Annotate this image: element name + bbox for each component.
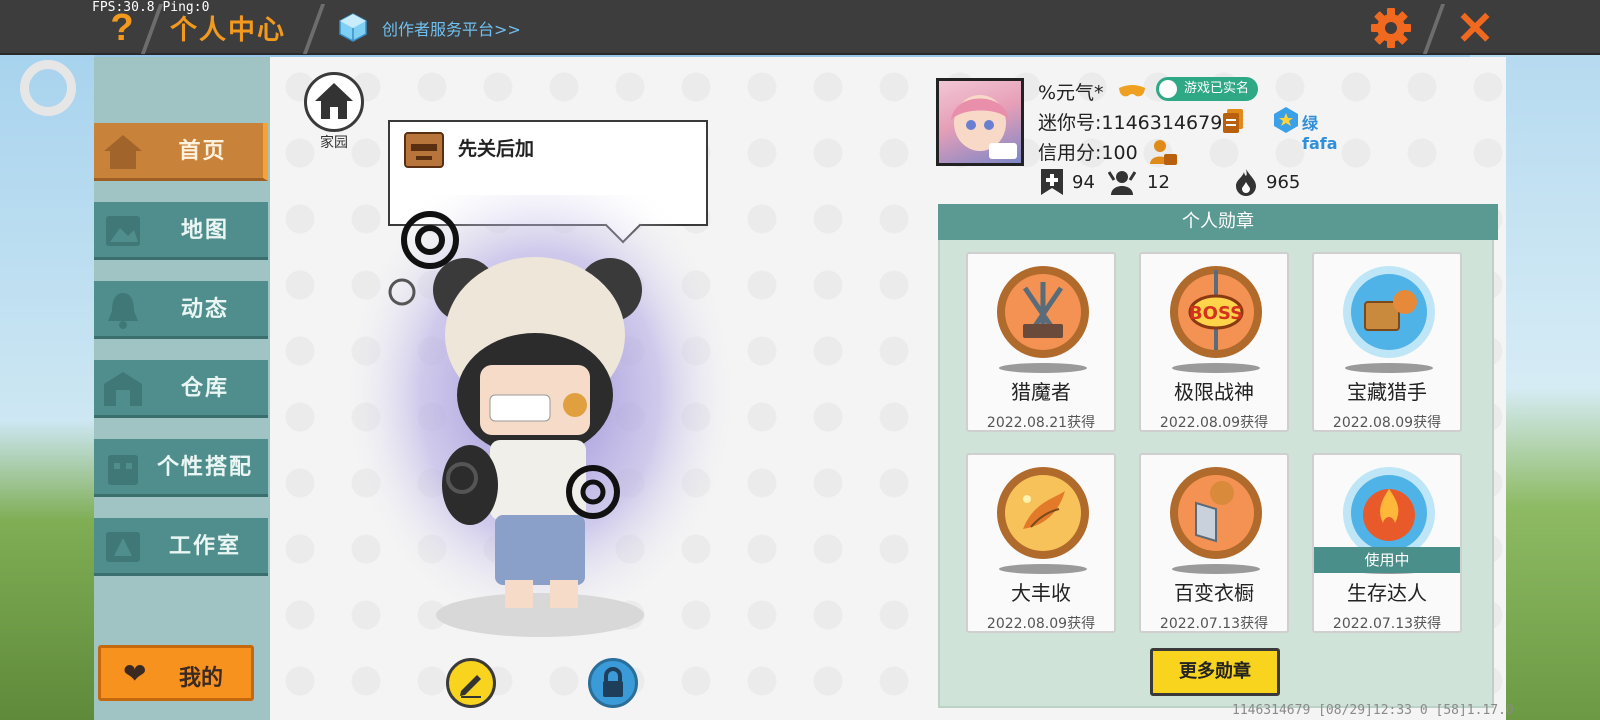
mine-button[interactable]: ❤ 我的 bbox=[98, 645, 254, 701]
vip-star-icon bbox=[1274, 107, 1298, 133]
sidebar-item-map[interactable]: 地图 bbox=[94, 202, 268, 260]
verified-badge: 游戏已实名 bbox=[1156, 77, 1258, 101]
harvest-medal-icon bbox=[997, 467, 1089, 574]
header-divider bbox=[1422, 4, 1446, 54]
pencil-icon bbox=[460, 675, 481, 698]
map-icon bbox=[106, 216, 140, 246]
sidebar-item-studio[interactable]: 工作室 bbox=[94, 518, 268, 576]
swords-medal-icon bbox=[997, 266, 1089, 373]
home-icon bbox=[104, 135, 142, 169]
signature-text: 先关后加 bbox=[458, 138, 535, 160]
warehouse-icon bbox=[104, 372, 142, 406]
credit-person-icon[interactable] bbox=[1148, 138, 1178, 166]
svg-text:BOSS: BOSS bbox=[1189, 303, 1243, 324]
creator-platform-link[interactable]: 创作者服务平台>> bbox=[382, 16, 521, 40]
sidebar-item-label: 工作室 bbox=[168, 534, 241, 559]
fans-icon bbox=[1108, 171, 1136, 195]
favorites-count: 94 bbox=[1072, 172, 1095, 193]
house-icon bbox=[315, 83, 353, 119]
cube-icon[interactable] bbox=[338, 12, 368, 42]
medal-name: 猎魔者 bbox=[1011, 380, 1071, 404]
treasure-medal-icon bbox=[1343, 266, 1435, 373]
header-divider bbox=[302, 4, 326, 54]
outfit-icon bbox=[108, 455, 138, 485]
medal-date: 2022.08.09获得 bbox=[1332, 415, 1442, 431]
fps-readout: FPS:30.8 Ping:0 bbox=[92, 0, 210, 15]
close-button[interactable]: ✕ bbox=[1452, 5, 1498, 51]
player-character[interactable] bbox=[330, 195, 770, 655]
build-info: 1146314679 [08/29]12:33 0 [58]1.17.0 bbox=[1232, 703, 1514, 718]
credit-score: 信用分:100 bbox=[1038, 142, 1138, 164]
medal-date: 2022.08.21获得 bbox=[986, 415, 1096, 431]
sidebar-item-label: 仓库 bbox=[180, 376, 229, 401]
lock-icon bbox=[603, 667, 623, 697]
avatar[interactable] bbox=[936, 78, 1024, 166]
medal-card[interactable]: 猎魔者 2022.08.21获得 bbox=[966, 252, 1116, 432]
avatar-portrait bbox=[951, 95, 1017, 159]
nickname: %元气* bbox=[1038, 82, 1104, 104]
mask-icon bbox=[1119, 85, 1145, 97]
medal-name: 百变衣橱 bbox=[1174, 581, 1254, 605]
medal-name: 生存达人 bbox=[1347, 581, 1427, 605]
sidebar-item-warehouse[interactable]: 仓库 bbox=[94, 360, 268, 418]
heart-icon: ❤ bbox=[123, 657, 147, 690]
verified-person-icon bbox=[1159, 80, 1177, 98]
edit-button[interactable] bbox=[446, 658, 496, 708]
mine-label: 我的 bbox=[179, 666, 224, 691]
medal-date: 2022.08.09获得 bbox=[1159, 415, 1269, 431]
homeland-label: 家园 bbox=[320, 135, 348, 151]
verified-label: 游戏已实名 bbox=[1184, 81, 1250, 96]
popularity-count: 965 bbox=[1266, 172, 1301, 193]
homeland-button[interactable] bbox=[304, 72, 364, 132]
sidebar-item-label: 个性搭配 bbox=[156, 455, 253, 480]
top-bar: ? 个人中心 创作者服务平台>> ✕ bbox=[0, 0, 1600, 55]
boss-medal-icon: BOSS bbox=[1170, 266, 1262, 373]
record-button[interactable] bbox=[20, 60, 76, 116]
medal-date: 2022.07.13获得 bbox=[1332, 616, 1442, 632]
sidebar-item-label: 地图 bbox=[180, 218, 229, 243]
bookmark-plus-icon bbox=[1041, 169, 1063, 195]
lock-button[interactable] bbox=[588, 658, 638, 708]
medal-name: 极限战神 bbox=[1174, 380, 1254, 404]
copy-icon[interactable] bbox=[1222, 108, 1244, 134]
medal-date: 2022.08.09获得 bbox=[986, 616, 1096, 632]
medal-name: 大丰收 bbox=[1011, 581, 1071, 605]
fans-count: 12 bbox=[1147, 172, 1170, 193]
medal-card[interactable]: 宝藏猎手 2022.08.09获得 bbox=[1312, 252, 1462, 432]
medal-card[interactable]: 大丰收 2022.08.09获得 bbox=[966, 453, 1116, 633]
more-medals-button[interactable]: 更多勋章 bbox=[1150, 648, 1280, 696]
medal-card[interactable]: BOSS 极限战神 2022.08.09获得 bbox=[1139, 252, 1289, 432]
background-scenery-left bbox=[0, 55, 95, 720]
sidebar-item-home[interactable]: 首页 bbox=[94, 123, 268, 181]
sidebar-item-feed[interactable]: 动态 bbox=[94, 281, 268, 339]
sidebar-item-label: 动态 bbox=[180, 297, 229, 322]
vip-label: 绿fafa bbox=[1302, 114, 1338, 153]
medal-card[interactable]: 使用中 生存达人 2022.07.13获得 bbox=[1312, 453, 1462, 633]
studio-icon bbox=[106, 532, 140, 562]
vip-badge[interactable]: 绿fafa bbox=[1272, 106, 1352, 153]
mini-id: 迷你号:1146314679 bbox=[1038, 112, 1223, 134]
wardrobe-medal-icon bbox=[1170, 467, 1262, 574]
block-face-icon bbox=[404, 132, 444, 168]
medal-card[interactable]: 百变衣橱 2022.07.13获得 bbox=[1139, 453, 1289, 633]
in-use-badge: 使用中 bbox=[1314, 547, 1460, 573]
sidebar-item-label: 首页 bbox=[178, 139, 227, 164]
medal-panel-title: 个人勋章 bbox=[938, 204, 1498, 240]
flame-icon bbox=[1236, 169, 1256, 196]
medal-date: 2022.07.13获得 bbox=[1159, 616, 1269, 632]
settings-gear-icon[interactable] bbox=[1368, 5, 1414, 51]
bell-icon bbox=[108, 293, 138, 329]
medal-name: 宝藏猎手 bbox=[1347, 380, 1427, 404]
sidebar-item-outfit[interactable]: 个性搭配 bbox=[94, 439, 268, 497]
